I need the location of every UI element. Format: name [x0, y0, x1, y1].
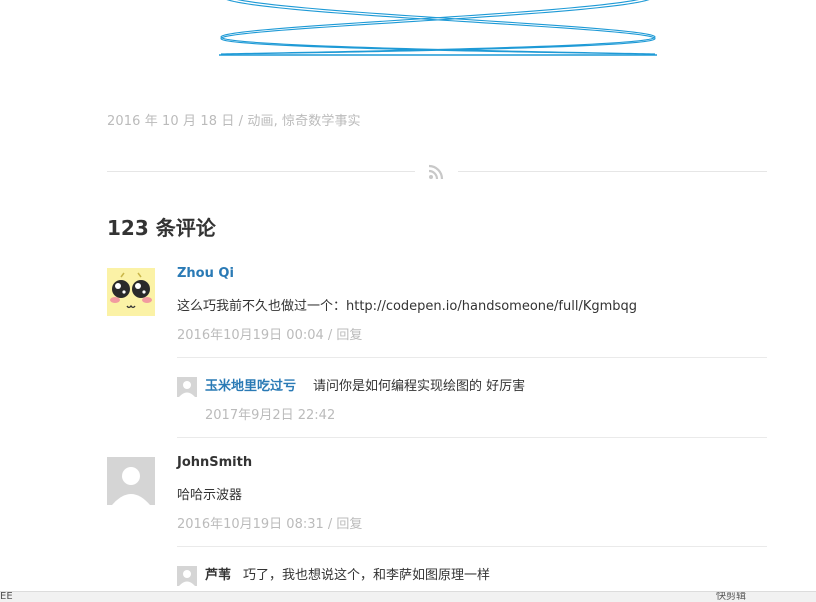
- reply-link[interactable]: 回复: [336, 517, 362, 532]
- avatar-default-icon[interactable]: [177, 566, 197, 586]
- reply-link[interactable]: 回复: [336, 328, 362, 343]
- comments-title: 123 条评论: [107, 216, 216, 240]
- post-categories[interactable]: 动画, 惊奇数学事实: [247, 114, 360, 129]
- comment-separator: [177, 357, 767, 358]
- lissajous-curve: [220, 0, 656, 55]
- status-bar: ÉÈ 快剪辑: [0, 591, 816, 602]
- post-meta: 2016 年 10 月 18 日 / 动画, 惊奇数学事实: [107, 110, 361, 129]
- rss-icon[interactable]: [428, 164, 444, 180]
- comment-separator: [177, 546, 767, 547]
- comment-separator: [177, 437, 767, 438]
- comment-text: 这么巧我前不久也做过一个：http://codepen.io/handsomeo…: [177, 299, 638, 314]
- comment-meta: 2016年10月19日 08:31 / 回复: [177, 517, 363, 532]
- lissajous-artwork: [219, 0, 657, 56]
- divider-right: [458, 171, 767, 172]
- avatar-default-icon[interactable]: [177, 377, 197, 397]
- post-date: 2016 年 10 月 18 日: [107, 114, 235, 129]
- divider-left: [107, 171, 415, 172]
- reply-author: 芦苇: [205, 568, 232, 583]
- reply-date[interactable]: 2017年9月2日 22:42: [205, 404, 335, 423]
- meta-separator: /: [234, 114, 248, 129]
- comment-author[interactable]: Zhou Qi: [177, 266, 234, 281]
- comment-date[interactable]: 2016年10月19日 00:04: [177, 328, 324, 343]
- reply-text: 巧了，我也想说这个，和李萨如图原理一样: [243, 568, 491, 583]
- reply-text: 请问你是如何编程实现绘图的 好厉害: [313, 379, 526, 394]
- reply-author[interactable]: 玉米地里吃过亏: [205, 375, 296, 394]
- comment-date[interactable]: 2016年10月19日 08:31: [177, 517, 324, 532]
- avatar-default-icon[interactable]: [107, 457, 155, 505]
- comment-meta: 2016年10月19日 00:04 / 回复: [177, 328, 363, 343]
- comment-text: 哈哈示波器: [177, 488, 243, 503]
- avatar[interactable]: [107, 268, 155, 316]
- comment-author: JohnSmith: [177, 455, 253, 470]
